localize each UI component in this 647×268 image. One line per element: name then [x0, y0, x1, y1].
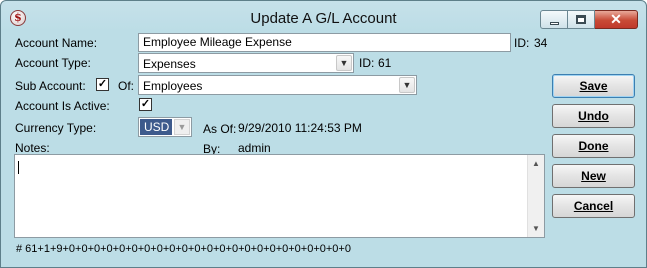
maximize-button[interactable] [568, 10, 595, 29]
notes-textarea[interactable]: ▲ ▼ [14, 154, 545, 238]
minimize-icon [550, 22, 559, 25]
close-button[interactable]: ✕ [595, 10, 638, 29]
currency-type-select[interactable]: USD ▼ [138, 117, 192, 137]
done-button[interactable]: Done [552, 134, 635, 158]
parent-account-select[interactable]: Employees ▼ [138, 75, 417, 95]
scroll-up-icon[interactable]: ▲ [528, 155, 544, 172]
account-id-value: 34 [534, 36, 548, 50]
by-value: admin [238, 141, 271, 155]
check-icon: ✓ [140, 98, 151, 110]
minimize-button[interactable] [540, 10, 568, 29]
account-id-label: ID: [514, 36, 530, 50]
close-icon: ✕ [610, 11, 622, 27]
account-name-label: Account Name: [15, 36, 98, 50]
sub-account-checkbox[interactable]: ✓ [96, 78, 109, 91]
undo-button[interactable]: Undo [552, 104, 635, 128]
chevron-down-icon[interactable]: ▼ [336, 55, 352, 71]
account-name-input[interactable]: Employee Mileage Expense [138, 33, 511, 52]
of-label: Of: [118, 79, 135, 93]
account-type-select[interactable]: Expenses ▼ [138, 53, 354, 73]
currency-type-label: Currency Type: [15, 121, 97, 135]
scroll-down-icon[interactable]: ▼ [528, 220, 544, 237]
new-button[interactable]: New [552, 164, 635, 188]
type-id-value: 61 [378, 56, 392, 70]
account-type-value: Expenses [143, 57, 196, 71]
as-of-label: As Of: [203, 122, 237, 136]
chevron-down-icon[interactable]: ▼ [174, 119, 190, 135]
save-button[interactable]: Save [552, 74, 635, 98]
chevron-down-icon[interactable]: ▼ [399, 77, 415, 93]
title-bar[interactable]: $ Update A G/L Account ✕ [1, 1, 646, 33]
account-active-label: Account Is Active: [15, 99, 110, 113]
notes-scrollbar[interactable]: ▲ ▼ [527, 155, 544, 237]
footer-code: # 61+1+9+0+0+0+0+0+0+0+0+0+0+0+0+0+0+0+0… [16, 243, 351, 255]
sub-account-label: Sub Account: [15, 79, 86, 93]
notes-label: Notes: [15, 141, 50, 155]
maximize-icon [576, 15, 586, 24]
update-gl-account-window: $ Update A G/L Account ✕ Account Name: E… [0, 0, 647, 268]
type-id-label: ID: [359, 56, 375, 70]
cancel-button[interactable]: Cancel [552, 194, 635, 218]
account-active-checkbox[interactable]: ✓ [139, 98, 152, 111]
as-of-value: 9/29/2010 11:24:53 PM [238, 121, 362, 135]
parent-account-value: Employees [143, 79, 203, 93]
text-caret [18, 161, 19, 174]
check-icon: ✓ [97, 78, 108, 90]
currency-type-value: USD [140, 119, 172, 135]
account-type-label: Account Type: [15, 56, 91, 70]
